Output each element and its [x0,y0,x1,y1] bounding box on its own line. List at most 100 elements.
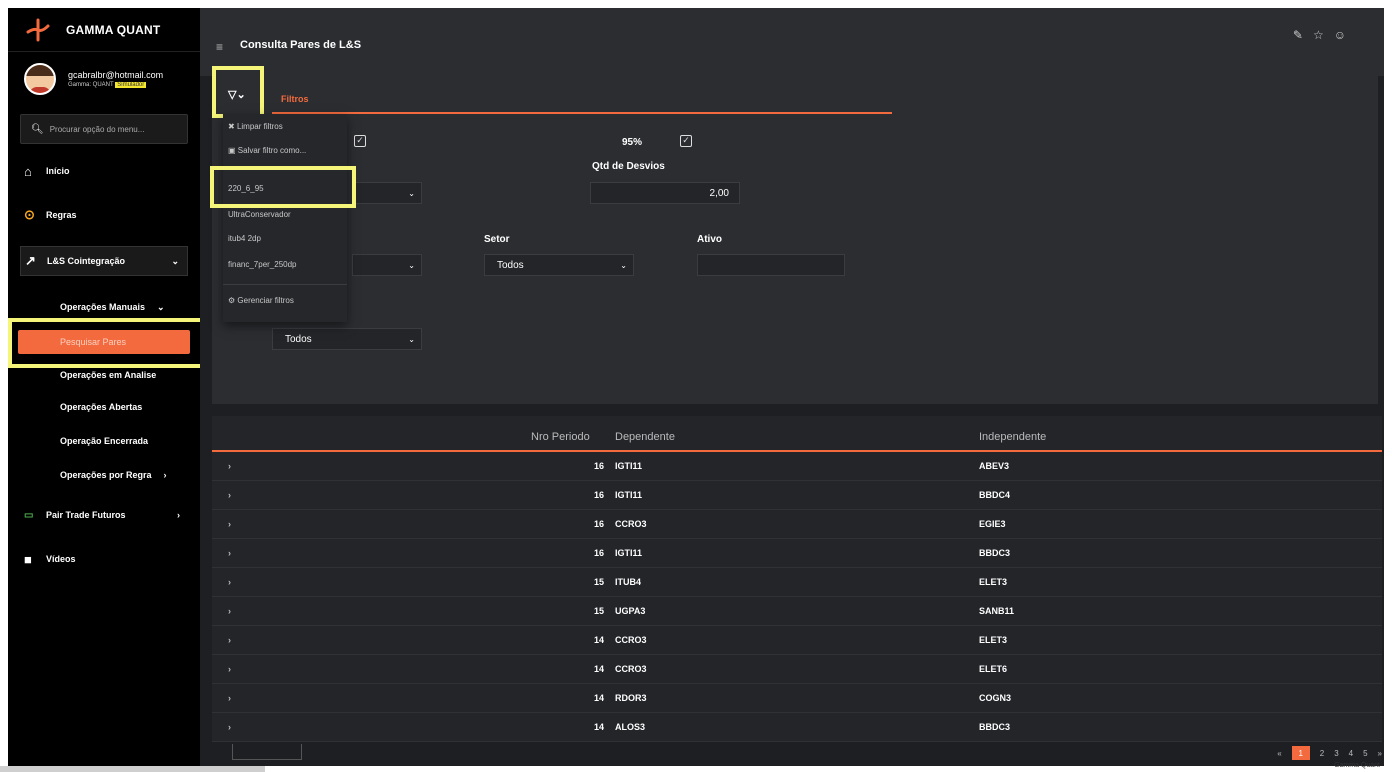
select-hidden-1[interactable]: ⌄ [352,182,422,204]
footer-brand: Gamma Quant [1334,762,1380,769]
sidebar-item-operacoes-manuais[interactable]: Operações Manuais ⌄ [60,302,165,313]
table-row[interactable]: › 15 UGPA3 SANB11 [212,597,1382,626]
sidebar-item-videos[interactable]: ■ Vídeos [20,544,188,574]
qtd-desvios-label: Qtd de Desvios [592,161,665,172]
page-current[interactable]: 1 [1291,746,1310,760]
menu-search[interactable]: 🔍︎ [20,114,188,144]
sidebar-item-em-analise[interactable]: Operações em Analise [60,370,156,380]
cell-nro: 16 [593,490,604,500]
setor-label: Setor [484,234,510,245]
sidebar-item-lbs[interactable]: ↗ L&S Cointegração ⌄ [20,246,188,276]
chevron-down-icon: ⌄ [408,334,415,344]
page-4[interactable]: 4 [1349,749,1353,758]
cell-dependente: UGPA3 [615,606,646,616]
setor-select[interactable]: Todos ⌄ [484,254,634,276]
chevron-down-icon: ⌄ [408,188,415,198]
table-row[interactable]: › 14 RDOR3 COGN3 [212,684,1382,713]
expand-chevron-icon[interactable]: › [228,606,231,616]
next-page-icon[interactable]: » [1378,749,1382,758]
menu-item-limpar[interactable]: ✖ Limpar filtros [228,122,283,131]
page-size-select[interactable] [232,744,302,760]
sidebar-item-label: L&S Cointegração [47,256,126,266]
table-row[interactable]: › 14 CCRO3 ELET3 [212,626,1382,655]
expand-chevron-icon[interactable]: › [228,722,231,732]
table-row[interactable]: › 15 ITUB4 ELET3 [212,568,1382,597]
sidebar-item-abertas[interactable]: Operações Abertas [60,402,142,412]
app-root: GAMMA QUANT gcabralbr@hotmail.com Gamma:… [0,0,1392,772]
bottom-strip [0,766,265,772]
cell-dependente: IGTI11 [615,548,643,558]
cell-nro: 14 [593,635,604,645]
ativo-label: Ativo [697,234,722,245]
ativo-input[interactable] [697,254,845,276]
tab-filtros[interactable]: Filtros [281,94,309,104]
expand-chevron-icon[interactable]: › [228,461,231,471]
expand-chevron-icon[interactable]: › [228,635,231,645]
cell-independente: BBDC4 [979,490,1011,500]
expand-chevron-icon[interactable]: › [228,693,231,703]
chevron-down-icon: ⌄ [171,255,179,266]
menu-item-saved-4[interactable]: financ_7per_250dp [228,260,297,269]
menu-item-salvar[interactable]: ▣ Salvar filtro como... [228,146,306,155]
cell-independente: BBDC3 [979,722,1011,732]
expand-chevron-icon[interactable]: › [228,664,231,674]
user-panel[interactable]: gcabralbr@hotmail.com Gamma: QUANT Simul… [8,56,200,102]
select-hidden-2[interactable]: ⌄ [352,254,422,276]
tools-icon[interactable]: ✎ [1293,28,1313,42]
prev-page-icon[interactable]: « [1277,749,1281,758]
table-row[interactable]: › 16 CCRO3 EGIE3 [212,510,1382,539]
expand-chevron-icon[interactable]: › [228,577,231,587]
table-row[interactable]: › 16 IGTI11 BBDC4 [212,481,1382,510]
cell-dependente: CCRO3 [615,519,647,529]
cell-nro: 16 [593,548,604,558]
menu-search-input[interactable] [49,124,180,134]
page-3[interactable]: 3 [1334,749,1338,758]
cell-independente: ABEV3 [979,461,1010,471]
expand-chevron-icon[interactable]: › [228,519,231,529]
sidebar-item-pair-trade[interactable]: ▭ Pair Trade Futuros › [20,500,188,530]
th-dependente[interactable]: Dependente [615,431,675,443]
th-nro-periodo[interactable]: Nro Periodo [531,431,590,443]
chevron-right-icon: › [177,510,180,520]
expand-chevron-icon[interactable]: › [228,490,231,500]
main-area: ≡ Consulta Pares de L&S ✎☆☺ ▽⌄ Filtros ✓… [200,8,1384,766]
table-row[interactable]: › 16 IGTI11 BBDC3 [212,539,1382,568]
sidebar-item-encerrada[interactable]: Operação Encerrada [60,436,148,446]
checkbox-95[interactable]: ✓ [680,135,692,147]
checkbox-1[interactable]: ✓ [354,135,366,147]
hamburger-icon[interactable]: ≡ [216,40,223,54]
chart-line-icon: ↗ [25,253,36,268]
cell-nro: 14 [593,722,604,732]
table-row[interactable]: › 16 IGTI11 ABEV3 [212,452,1382,481]
money-icon: ▭ [24,509,34,521]
menu-item-saved-2[interactable]: UltraConservador [228,210,291,219]
table-row[interactable]: › 14 ALOS3 BBDC3 [212,713,1382,742]
sidebar-item-inicio[interactable]: ⌂ Início [20,156,188,186]
expand-chevron-icon[interactable]: › [228,548,231,558]
sidebar-item-label: Início [46,166,70,176]
rules-search-icon: ⊙ [24,207,35,222]
menu-divider [223,284,347,285]
table-row[interactable]: › 14 CCRO3 ELET6 [212,655,1382,684]
page-2[interactable]: 2 [1320,749,1324,758]
extra-select[interactable]: Todos ⌄ [272,328,422,350]
sidebar-item-por-regra[interactable]: Operações por Regra › [60,470,167,480]
save-icon: ▣ [228,146,236,155]
brand[interactable]: GAMMA QUANT [8,8,200,52]
chevron-down-icon: ⌄ [408,260,415,270]
menu-item-saved-3[interactable]: itub4 2dp [228,234,261,243]
star-icon[interactable]: ☆ [1313,28,1334,42]
cell-independente: ELET3 [979,635,1008,645]
user-icon[interactable]: ☺ [1334,28,1356,42]
gear-icon: ⚙ [228,296,236,305]
qtd-desvios-input[interactable]: 2,00 [590,182,740,204]
cell-nro: 15 [593,606,604,616]
cell-dependente: IGTI11 [615,490,643,500]
user-subtitle: Gamma: QUANT Simulador [68,82,147,88]
page-5[interactable]: 5 [1363,749,1367,758]
sidebar-item-label: Vídeos [46,554,76,564]
sidebar-item-regras[interactable]: ⊙ Regras [20,200,188,230]
highlight-box [8,318,204,368]
th-independente[interactable]: Independente [979,431,1046,443]
menu-item-gerenciar[interactable]: ⚙ Gerenciar filtros [228,296,294,305]
